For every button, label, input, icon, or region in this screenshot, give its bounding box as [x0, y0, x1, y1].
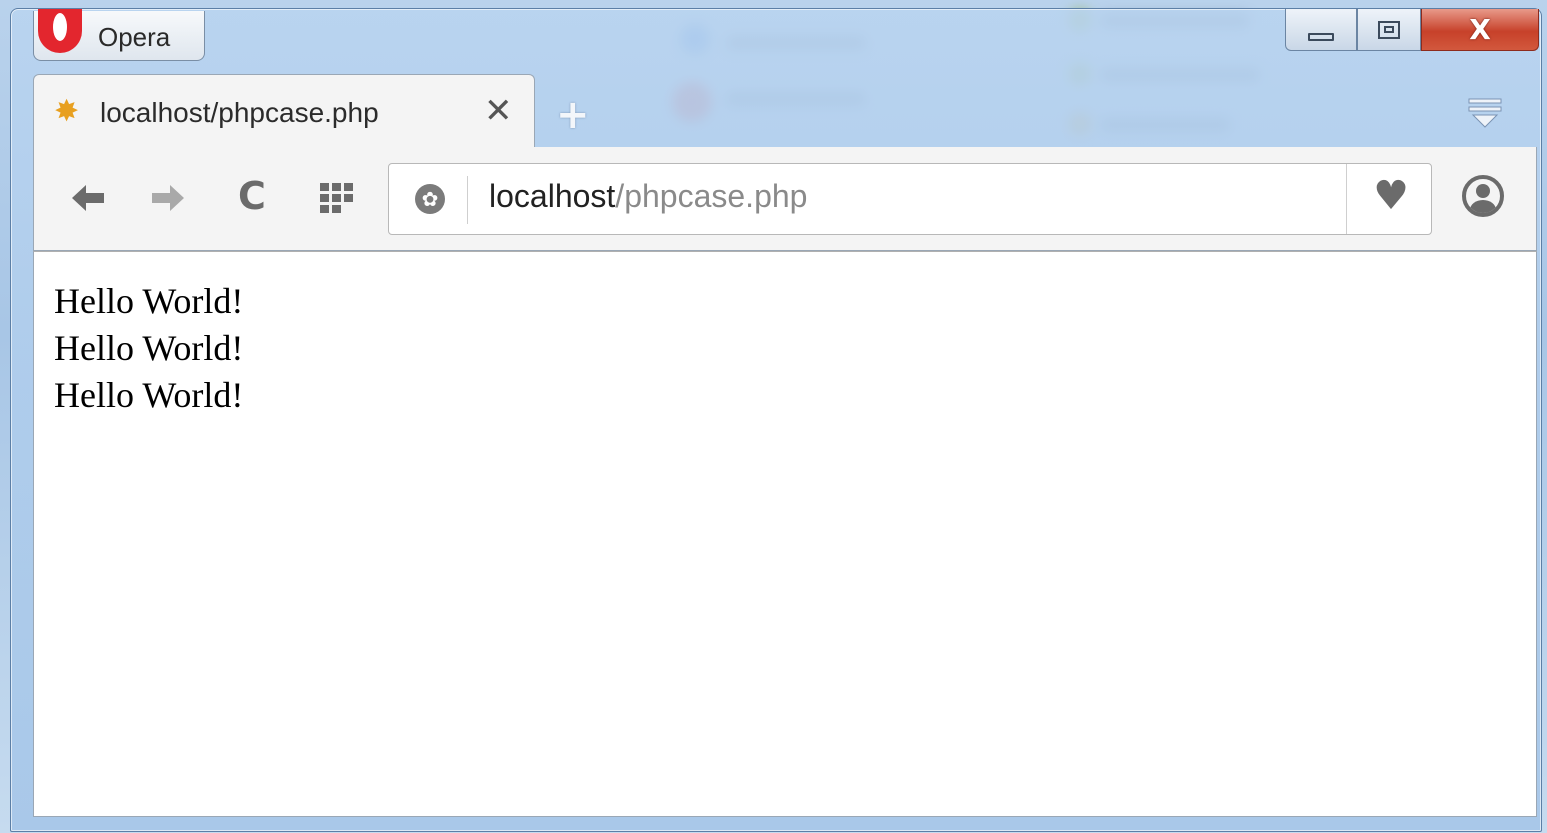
page-text-line: Hello World! [54, 375, 244, 415]
new-tab-button[interactable]: + [556, 95, 590, 135]
page-content: Hello World! Hello World! Hello World! [33, 251, 1537, 817]
maximize-icon [1378, 20, 1400, 39]
forward-arrow-icon[interactable] [150, 183, 186, 213]
page-text-block: Hello World! Hello World! Hello World! [34, 278, 243, 419]
back-arrow-icon[interactable] [70, 183, 106, 213]
opera-logo-icon [38, 9, 82, 53]
address-separator [467, 176, 468, 224]
address-host: localhost [489, 178, 616, 214]
address-url[interactable]: localhost/phpcase.php [489, 178, 807, 215]
close-icon: X [1469, 13, 1491, 46]
close-window-button[interactable]: X [1421, 9, 1539, 51]
browser-toolbar: C ✿ localhost/phpcase.php ♥ [33, 147, 1537, 251]
tab-localhost-phpcase[interactable]: ✸ localhost/phpcase.php ✕ [33, 74, 535, 154]
heart-bookmark-icon[interactable]: ♥ [1373, 176, 1409, 216]
page-text-line: Hello World! [54, 281, 244, 321]
address-path: /phpcase.php [615, 178, 808, 214]
page-text-line: Hello World! [54, 328, 244, 368]
tab-close-icon[interactable]: ✕ [484, 91, 513, 131]
maximize-button[interactable] [1357, 9, 1421, 51]
account-icon[interactable] [1462, 175, 1504, 217]
site-info-globe-icon[interactable]: ✿ [415, 184, 445, 214]
bookmark-divider [1346, 164, 1347, 234]
minimize-icon [1308, 32, 1334, 41]
opera-menu-button[interactable]: Opera [33, 9, 205, 61]
window-controls: X [1285, 9, 1539, 57]
tab-title: localhost/phpcase.php [100, 97, 379, 128]
browser-window: Opera X ✸ localhost/phpcase.php ✕ + C ✿ … [10, 8, 1542, 832]
minimize-button[interactable] [1285, 9, 1357, 51]
opera-menu-label: Opera [98, 22, 171, 52]
reload-icon[interactable]: C [238, 177, 266, 215]
tab-menu-icon[interactable] [1465, 93, 1505, 133]
grid-icon[interactable] [320, 183, 354, 213]
star-favicon-icon: ✸ [54, 94, 80, 129]
address-bar[interactable]: ✿ localhost/phpcase.php ♥ [388, 163, 1432, 235]
